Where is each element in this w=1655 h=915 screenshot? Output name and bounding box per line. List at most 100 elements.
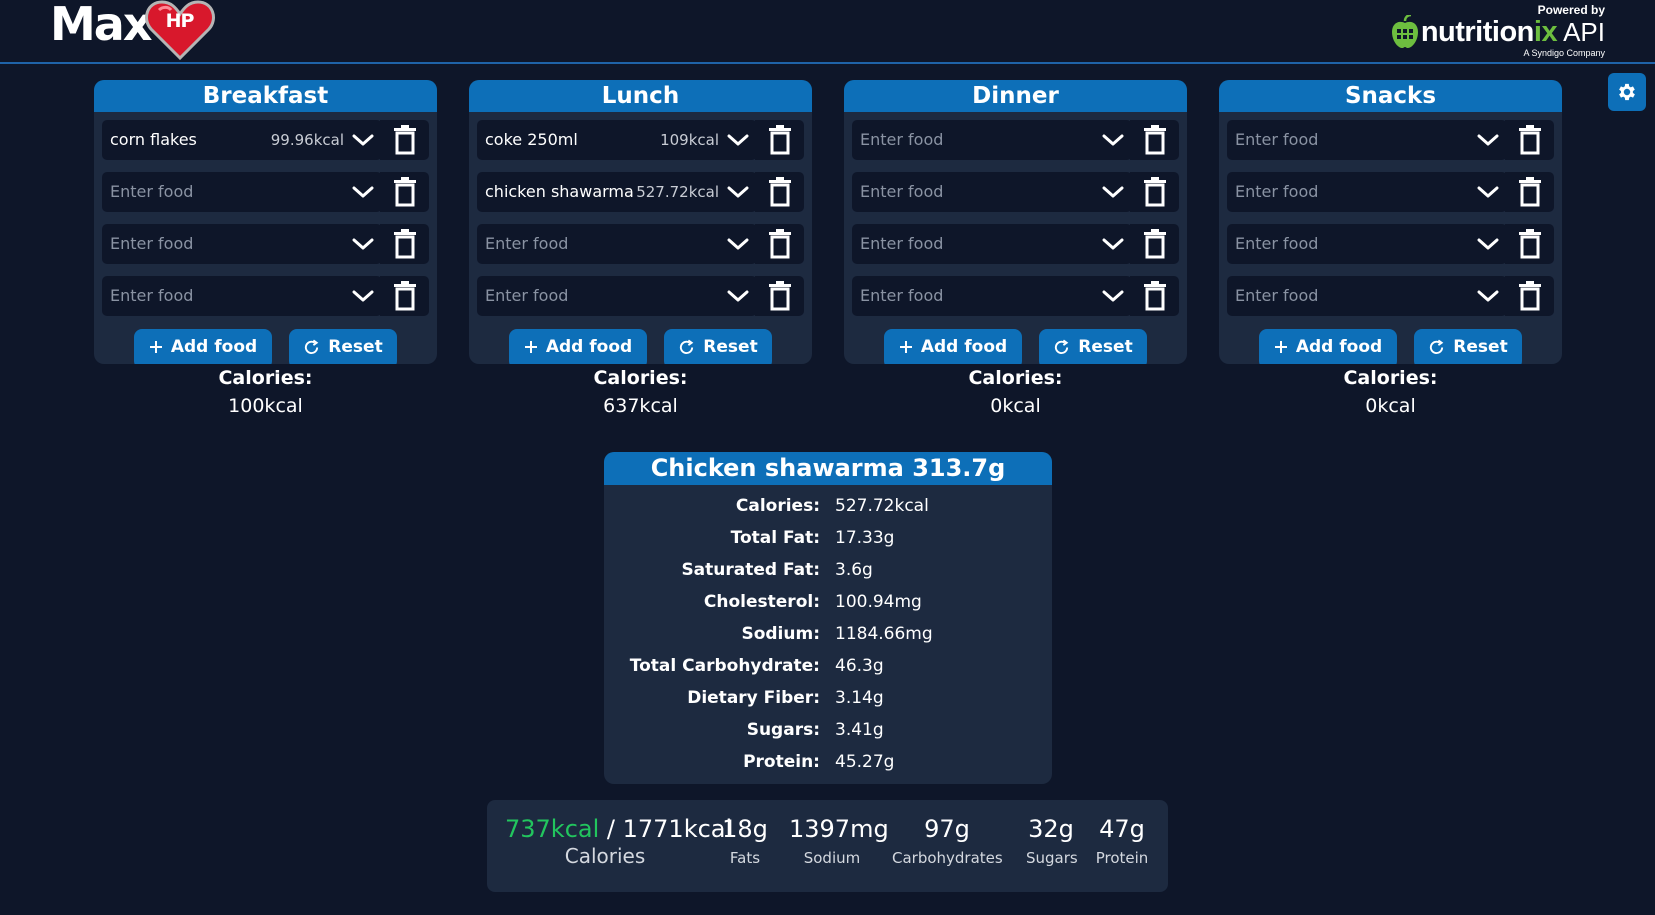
chevron-down-icon[interactable] — [352, 131, 374, 149]
delete-food-button[interactable] — [1130, 224, 1179, 264]
reset-button[interactable]: Reset — [1039, 329, 1147, 364]
meal-panel-breakfast: Breakfast corn flakes 99.96kcal Enter food E… — [94, 80, 437, 364]
delete-food-button[interactable] — [1130, 172, 1179, 212]
chevron-down-icon[interactable] — [1102, 131, 1124, 149]
delete-food-button[interactable] — [380, 172, 429, 212]
summary-sugars: 32g Sugars — [1026, 814, 1078, 868]
delete-food-button[interactable] — [755, 120, 804, 160]
food-input[interactable]: Enter food — [477, 224, 757, 264]
chevron-down-icon[interactable] — [1102, 235, 1124, 253]
trash-icon — [768, 229, 792, 259]
delete-food-button[interactable] — [755, 172, 804, 212]
summary-protein: 47g Protein — [1092, 814, 1152, 868]
food-input[interactable]: Enter food — [1227, 224, 1507, 264]
add-food-button[interactable]: Add food — [884, 329, 1022, 364]
chevron-down-icon[interactable] — [1477, 183, 1499, 201]
calories-label: Calories: — [1343, 367, 1438, 389]
nutrient-row: Total Fat: 17.33g — [604, 524, 1052, 552]
chevron-down-icon[interactable] — [727, 183, 749, 201]
food-row: Enter food — [1227, 224, 1554, 264]
carbs-value: 97g — [924, 815, 970, 843]
food-input[interactable]: Enter food — [1227, 172, 1507, 212]
calories-consumed: 737kcal — [505, 815, 600, 843]
food-input[interactable]: Enter food — [477, 276, 757, 316]
reset-button[interactable]: Reset — [289, 329, 397, 364]
food-row: Enter food — [102, 172, 429, 212]
food-input[interactable]: Enter food — [852, 120, 1132, 160]
chevron-down-icon[interactable] — [1477, 235, 1499, 253]
chevron-down-icon[interactable] — [1102, 287, 1124, 305]
food-input[interactable]: Enter food — [102, 276, 382, 316]
reset-button[interactable]: Reset — [664, 329, 772, 364]
reset-button[interactable]: Reset — [1414, 329, 1522, 364]
chevron-down-icon[interactable] — [352, 183, 374, 201]
nutrient-label: Cholesterol: — [703, 592, 820, 612]
delete-food-button[interactable] — [1130, 120, 1179, 160]
reset-label: Reset — [1453, 337, 1508, 357]
add-food-button[interactable]: Add food — [1259, 329, 1397, 364]
calories-goal: / 1771kcal — [599, 815, 733, 843]
add-food-label: Add food — [920, 337, 1008, 357]
food-name: Enter food — [1235, 182, 1319, 201]
nutrient-row: Total Carbohydrate: 46.3g — [604, 652, 1052, 680]
delete-food-button[interactable] — [380, 120, 429, 160]
meal-calories-snacks: Calories: 0kcal — [1219, 368, 1562, 416]
syndigo-label: A Syndigo Company — [1523, 48, 1605, 58]
chevron-down-icon[interactable] — [352, 235, 374, 253]
trash-icon — [393, 229, 417, 259]
delete-food-button[interactable] — [1505, 276, 1554, 316]
food-name: Enter food — [485, 234, 569, 253]
nutrient-value: 3.14g — [835, 688, 884, 708]
reset-label: Reset — [703, 337, 758, 357]
delete-food-button[interactable] — [755, 224, 804, 264]
food-input[interactable]: Enter food — [102, 172, 382, 212]
delete-food-button[interactable] — [1130, 276, 1179, 316]
add-food-button[interactable]: Add food — [509, 329, 647, 364]
trash-icon — [393, 177, 417, 207]
food-row: Enter food — [102, 276, 429, 316]
trash-icon — [1143, 229, 1167, 259]
chevron-down-icon[interactable] — [727, 287, 749, 305]
top-bar: Max HP Powered by nutritionix API A Synd… — [0, 0, 1655, 64]
nutrient-row: Cholesterol: 100.94mg — [604, 588, 1052, 616]
food-input[interactable]: Enter food — [1227, 120, 1507, 160]
food-row: Enter food — [1227, 276, 1554, 316]
maxhp-logo[interactable]: Max HP — [50, 0, 215, 62]
settings-button[interactable] — [1608, 73, 1646, 111]
food-input[interactable]: chicken shawarma 527.72kcal — [477, 172, 757, 212]
food-input[interactable]: Enter food — [852, 172, 1132, 212]
nutritionix-credit[interactable]: Powered by nutritionix API A Syndigo Com… — [1385, 3, 1605, 59]
delete-food-button[interactable] — [380, 224, 429, 264]
chevron-down-icon[interactable] — [727, 131, 749, 149]
food-input[interactable]: coke 250ml 109kcal — [477, 120, 757, 160]
wordmark-accent: ix — [1533, 15, 1558, 48]
food-row: Enter food — [102, 224, 429, 264]
delete-food-button[interactable] — [1505, 120, 1554, 160]
delete-food-button[interactable] — [380, 276, 429, 316]
nutrient-value: 100.94mg — [835, 592, 922, 612]
plus-icon — [1274, 340, 1288, 354]
fats-value: 18g — [722, 815, 768, 843]
chevron-down-icon[interactable] — [1477, 131, 1499, 149]
delete-food-button[interactable] — [755, 276, 804, 316]
food-input[interactable]: corn flakes 99.96kcal — [102, 120, 382, 160]
chevron-down-icon[interactable] — [1477, 287, 1499, 305]
delete-food-button[interactable] — [1505, 224, 1554, 264]
food-input[interactable]: Enter food — [852, 224, 1132, 264]
food-name: Enter food — [1235, 234, 1319, 253]
delete-food-button[interactable] — [1505, 172, 1554, 212]
nutrient-label: Sugars: — [746, 720, 820, 740]
food-input[interactable]: Enter food — [102, 224, 382, 264]
trash-icon — [1143, 125, 1167, 155]
nutrient-label: Protein: — [743, 752, 820, 772]
chevron-down-icon[interactable] — [727, 235, 749, 253]
calories-value: 0kcal — [990, 395, 1041, 417]
food-row: Enter food — [477, 224, 804, 264]
calories-total: 737kcal / 1771kcal — [505, 814, 732, 844]
add-food-button[interactable]: Add food — [134, 329, 272, 364]
chevron-down-icon[interactable] — [1102, 183, 1124, 201]
nutrient-value: 17.33g — [835, 528, 895, 548]
chevron-down-icon[interactable] — [352, 287, 374, 305]
food-input[interactable]: Enter food — [1227, 276, 1507, 316]
food-input[interactable]: Enter food — [852, 276, 1132, 316]
